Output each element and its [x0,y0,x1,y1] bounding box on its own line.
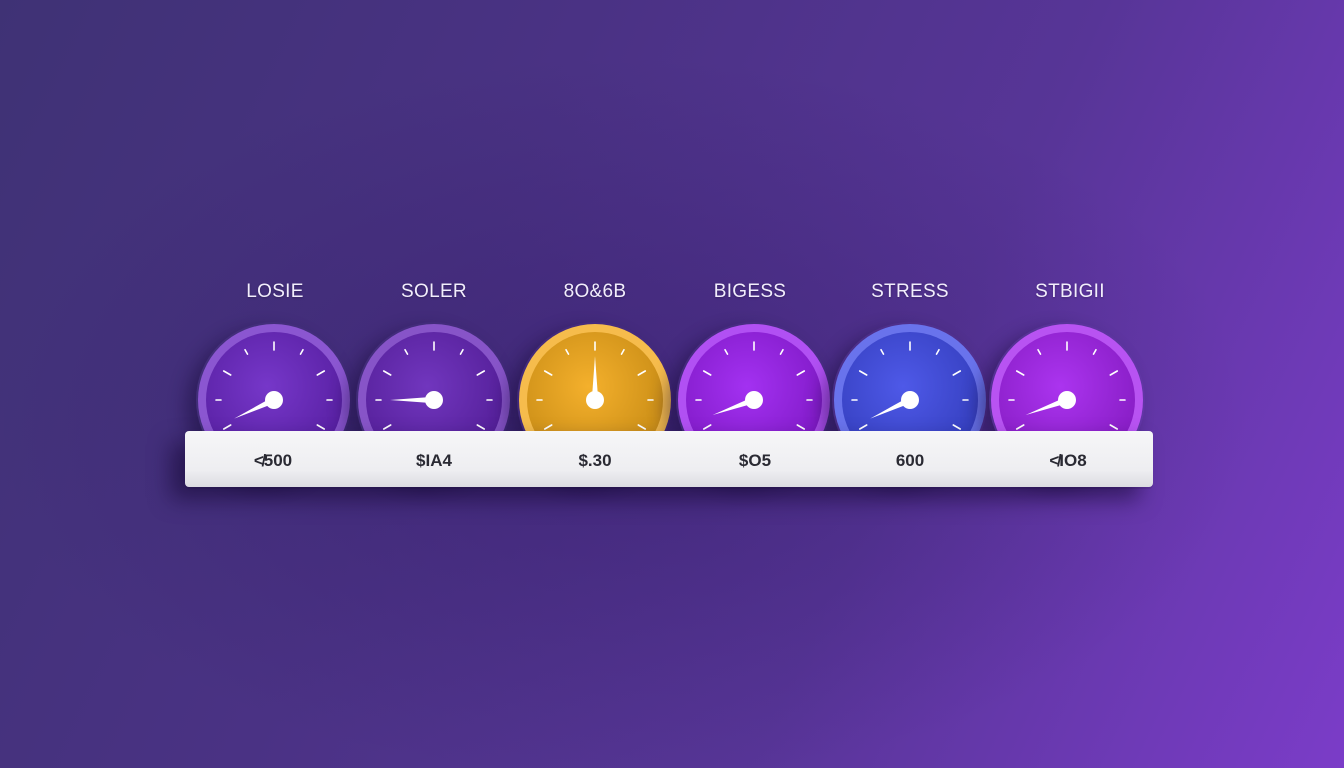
gauge-label-5: STRESS [871,281,949,302]
gauge-hub [901,391,919,409]
gauge-value-3: $.30 [578,451,612,470]
gauge-label-4: BIGESS [713,281,787,302]
gauge-value-4: $O5 [738,451,772,470]
gauge-dashboard: LOSIE SOLER 8O&6B BIGESS STRESS STBIGII … [0,0,1344,768]
gauge-label-3: 8O&6B [563,281,627,302]
gauge-label-1: LOSIE [246,281,304,302]
gauge-value-6: ≮IO8 [1049,451,1087,470]
gauge-value-5: 600 [895,451,925,470]
gauge-value-2: $IA4 [416,451,452,470]
gauge-hub [265,391,283,409]
gauge-hub [745,391,763,409]
gauge-label-2: SOLER [401,281,467,302]
gauge-hub [586,391,604,409]
gauge-value-1: ≮500 [253,451,293,470]
gauge-hub [1058,391,1076,409]
gauge-hub [425,391,443,409]
gauge-label-6: STBIGII [1035,281,1105,302]
